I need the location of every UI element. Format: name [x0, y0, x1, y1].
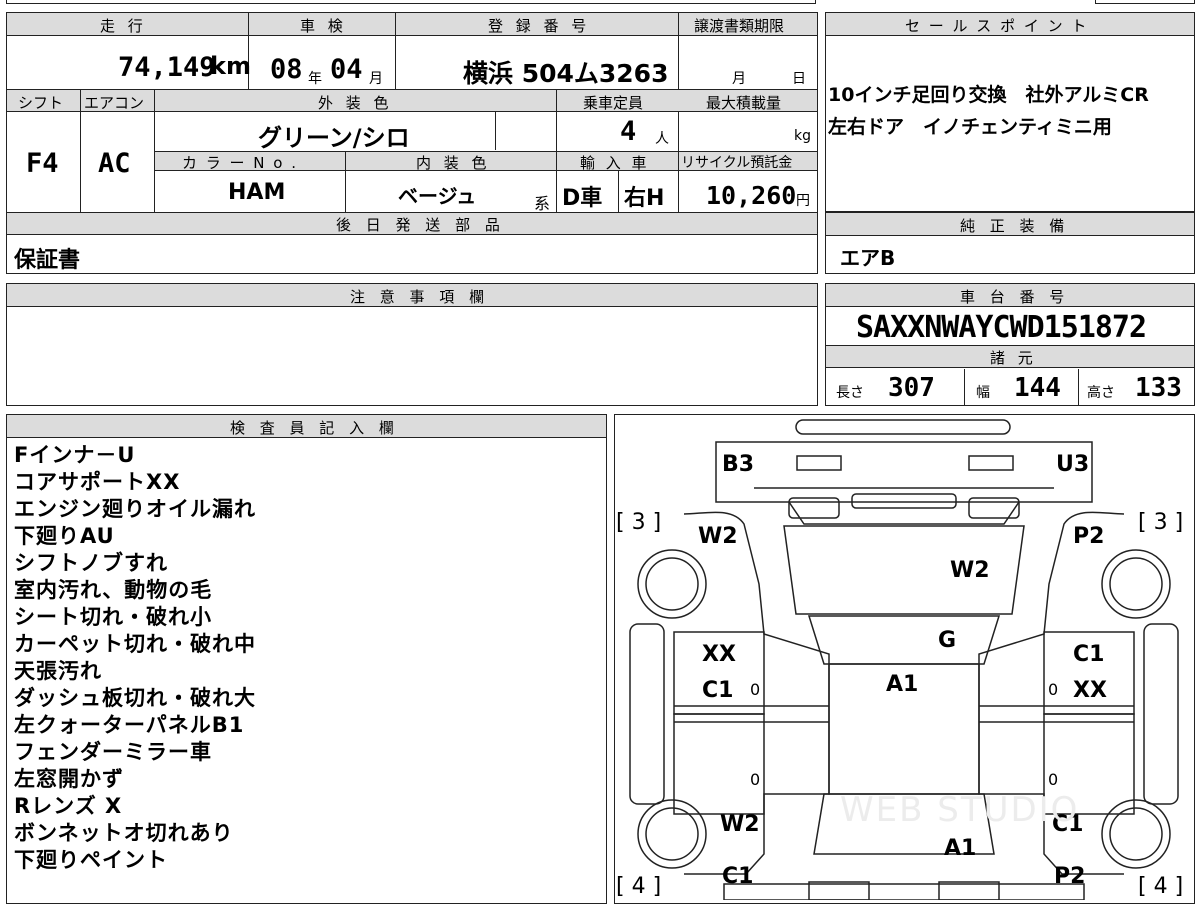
- capacity-unit: 人: [655, 131, 669, 147]
- inspector-label: 検 査 員 記 入 欄: [230, 419, 399, 437]
- interior-label: 内 装 色: [416, 154, 491, 172]
- rear-bumper-right-label: P2: [1054, 864, 1086, 889]
- door-left-2-label: C1: [702, 678, 734, 703]
- recycle-fee: 10,260: [706, 181, 797, 210]
- watermark: WEB STUDIO: [840, 790, 1080, 830]
- inspection-year-unit: 年: [308, 71, 322, 87]
- front-bumper-right-label: U3: [1056, 452, 1090, 477]
- front-bumper-left-label: B3: [722, 452, 755, 477]
- max-load-label: 最大積載量: [706, 94, 782, 112]
- import-type: D車: [562, 186, 603, 211]
- note-line: 天張汚れ: [14, 659, 102, 683]
- tire-rear-right-label: [ 4 ]: [1138, 874, 1184, 899]
- later-parts-value: 保証書: [14, 248, 81, 273]
- genuine-label: 純 正 装 備: [960, 217, 1070, 235]
- interior-suffix: 系: [534, 194, 551, 213]
- steering-value: 右H: [624, 186, 665, 211]
- width-value: 144: [1014, 373, 1061, 403]
- top-cutoff-row: [6, 0, 816, 4]
- note-line: ダッシュ板切れ・破れ大: [14, 686, 256, 710]
- door-right-2-label: XX: [1073, 678, 1107, 703]
- capacity-value: 4: [620, 116, 637, 147]
- note-line: 左クォーターパネルB1: [14, 713, 245, 737]
- exterior-label: 外 装 色: [318, 94, 393, 112]
- note-line: シート切れ・破れ小: [14, 605, 212, 629]
- tire-rear-left-label: [ 4 ]: [616, 874, 662, 899]
- height-value: 133: [1135, 373, 1182, 403]
- height-label: 高さ: [1087, 385, 1115, 401]
- interior-value: ベージュ: [398, 184, 477, 208]
- transfer-label: 譲渡書類期限: [694, 17, 785, 35]
- chassis-label: 車 台 番 号: [960, 288, 1070, 306]
- note-line: 下廻りAU: [14, 524, 115, 548]
- small-zero-1: 0: [750, 680, 761, 699]
- note-line: カーペット切れ・破れ中: [14, 632, 256, 656]
- inspector-notes: Fインナ－U コアサポートXX エンジン廻りオイル漏れ 下廻りAU シフトノブす…: [14, 442, 256, 874]
- tire-front-left-label: [ 3 ]: [616, 510, 662, 535]
- length-label: 長さ: [836, 385, 864, 401]
- shift-value: F4: [26, 148, 59, 179]
- ac-label: エアコン: [84, 94, 145, 112]
- note-line: ボンネットオ切れあり: [14, 821, 234, 845]
- mileage-unit: km: [210, 52, 251, 80]
- mileage-label: 走 行: [100, 17, 147, 35]
- color-no-label: カ ラ ー N o .: [182, 154, 299, 172]
- sales-line-2: 左右ドア イノチェンティミニ用: [828, 116, 1112, 138]
- note-line: Rレンズ X: [14, 794, 123, 818]
- specs-label: 諸 元: [990, 349, 1037, 367]
- note-line: フェンダーミラー車: [14, 740, 212, 764]
- note-line: エンジン廻りオイル漏れ: [14, 497, 256, 521]
- top-cutoff-right: [1095, 0, 1195, 4]
- width-label: 幅: [976, 385, 990, 401]
- inspection-month: 04: [330, 54, 363, 85]
- fender-front-left-label: W2: [698, 524, 738, 549]
- note-line: Fインナ－U: [14, 443, 136, 467]
- inspection-label: 車 検: [300, 17, 347, 35]
- small-zero-3: 0: [750, 770, 761, 789]
- door-left-1-label: XX: [702, 642, 736, 667]
- chassis-value: SAXXNWAYCWD151872: [856, 310, 1147, 345]
- small-zero-4: 0: [1048, 770, 1059, 789]
- rear-label: A1: [944, 836, 977, 861]
- length-value: 307: [888, 373, 935, 403]
- max-load-unit: kg: [794, 128, 811, 144]
- import-label: 輸 入 車: [580, 154, 650, 172]
- roof-label: A1: [886, 672, 919, 697]
- note-line: コアサポートXX: [14, 470, 181, 494]
- note-line: 室内汚れ、動物の毛: [14, 578, 213, 602]
- windshield-label: G: [938, 628, 957, 653]
- ac-value: AC: [98, 148, 131, 179]
- registration-value: 横浜 504ム3263: [463, 59, 669, 88]
- mileage-value: 74,149: [118, 52, 216, 83]
- later-parts-label: 後 日 発 送 部 品: [336, 216, 505, 234]
- door-right-1-label: C1: [1073, 642, 1105, 667]
- fender-front-right-label: P2: [1073, 524, 1105, 549]
- genuine-value: エアB: [840, 246, 896, 270]
- shift-label: シフト: [18, 94, 64, 112]
- note-line: 下廻りペイント: [14, 848, 168, 872]
- recycle-unit: 円: [796, 193, 810, 209]
- registration-label: 登 録 番 号: [488, 17, 591, 35]
- small-zero-2: 0: [1048, 680, 1059, 699]
- note-line: 左窓開かず: [14, 767, 124, 791]
- transfer-day-unit: 日: [792, 71, 806, 87]
- transfer-month-unit: 月: [732, 71, 746, 87]
- note-line: シフトノブすれ: [14, 551, 168, 575]
- inspection-year: 08: [270, 54, 303, 85]
- exterior-value: グリーン/シロ: [258, 124, 410, 152]
- color-no-value: HAM: [228, 180, 286, 205]
- tire-front-right-label: [ 3 ]: [1138, 510, 1184, 535]
- sales-point-label: セ ー ル ス ポ イ ン ト: [905, 17, 1089, 35]
- capacity-label: 乗車定員: [583, 94, 644, 112]
- sales-line-1: 10インチ足回り交換 社外アルミCR: [828, 84, 1149, 106]
- inspection-month-unit: 月: [369, 71, 383, 87]
- recycle-label: リサイクル預託金: [681, 155, 793, 171]
- caution-label: 注 意 事 項 欄: [350, 288, 490, 306]
- bonnet-label: W2: [950, 558, 990, 583]
- rear-bumper-left-label: C1: [722, 864, 754, 889]
- fender-rear-left-label: W2: [720, 812, 760, 837]
